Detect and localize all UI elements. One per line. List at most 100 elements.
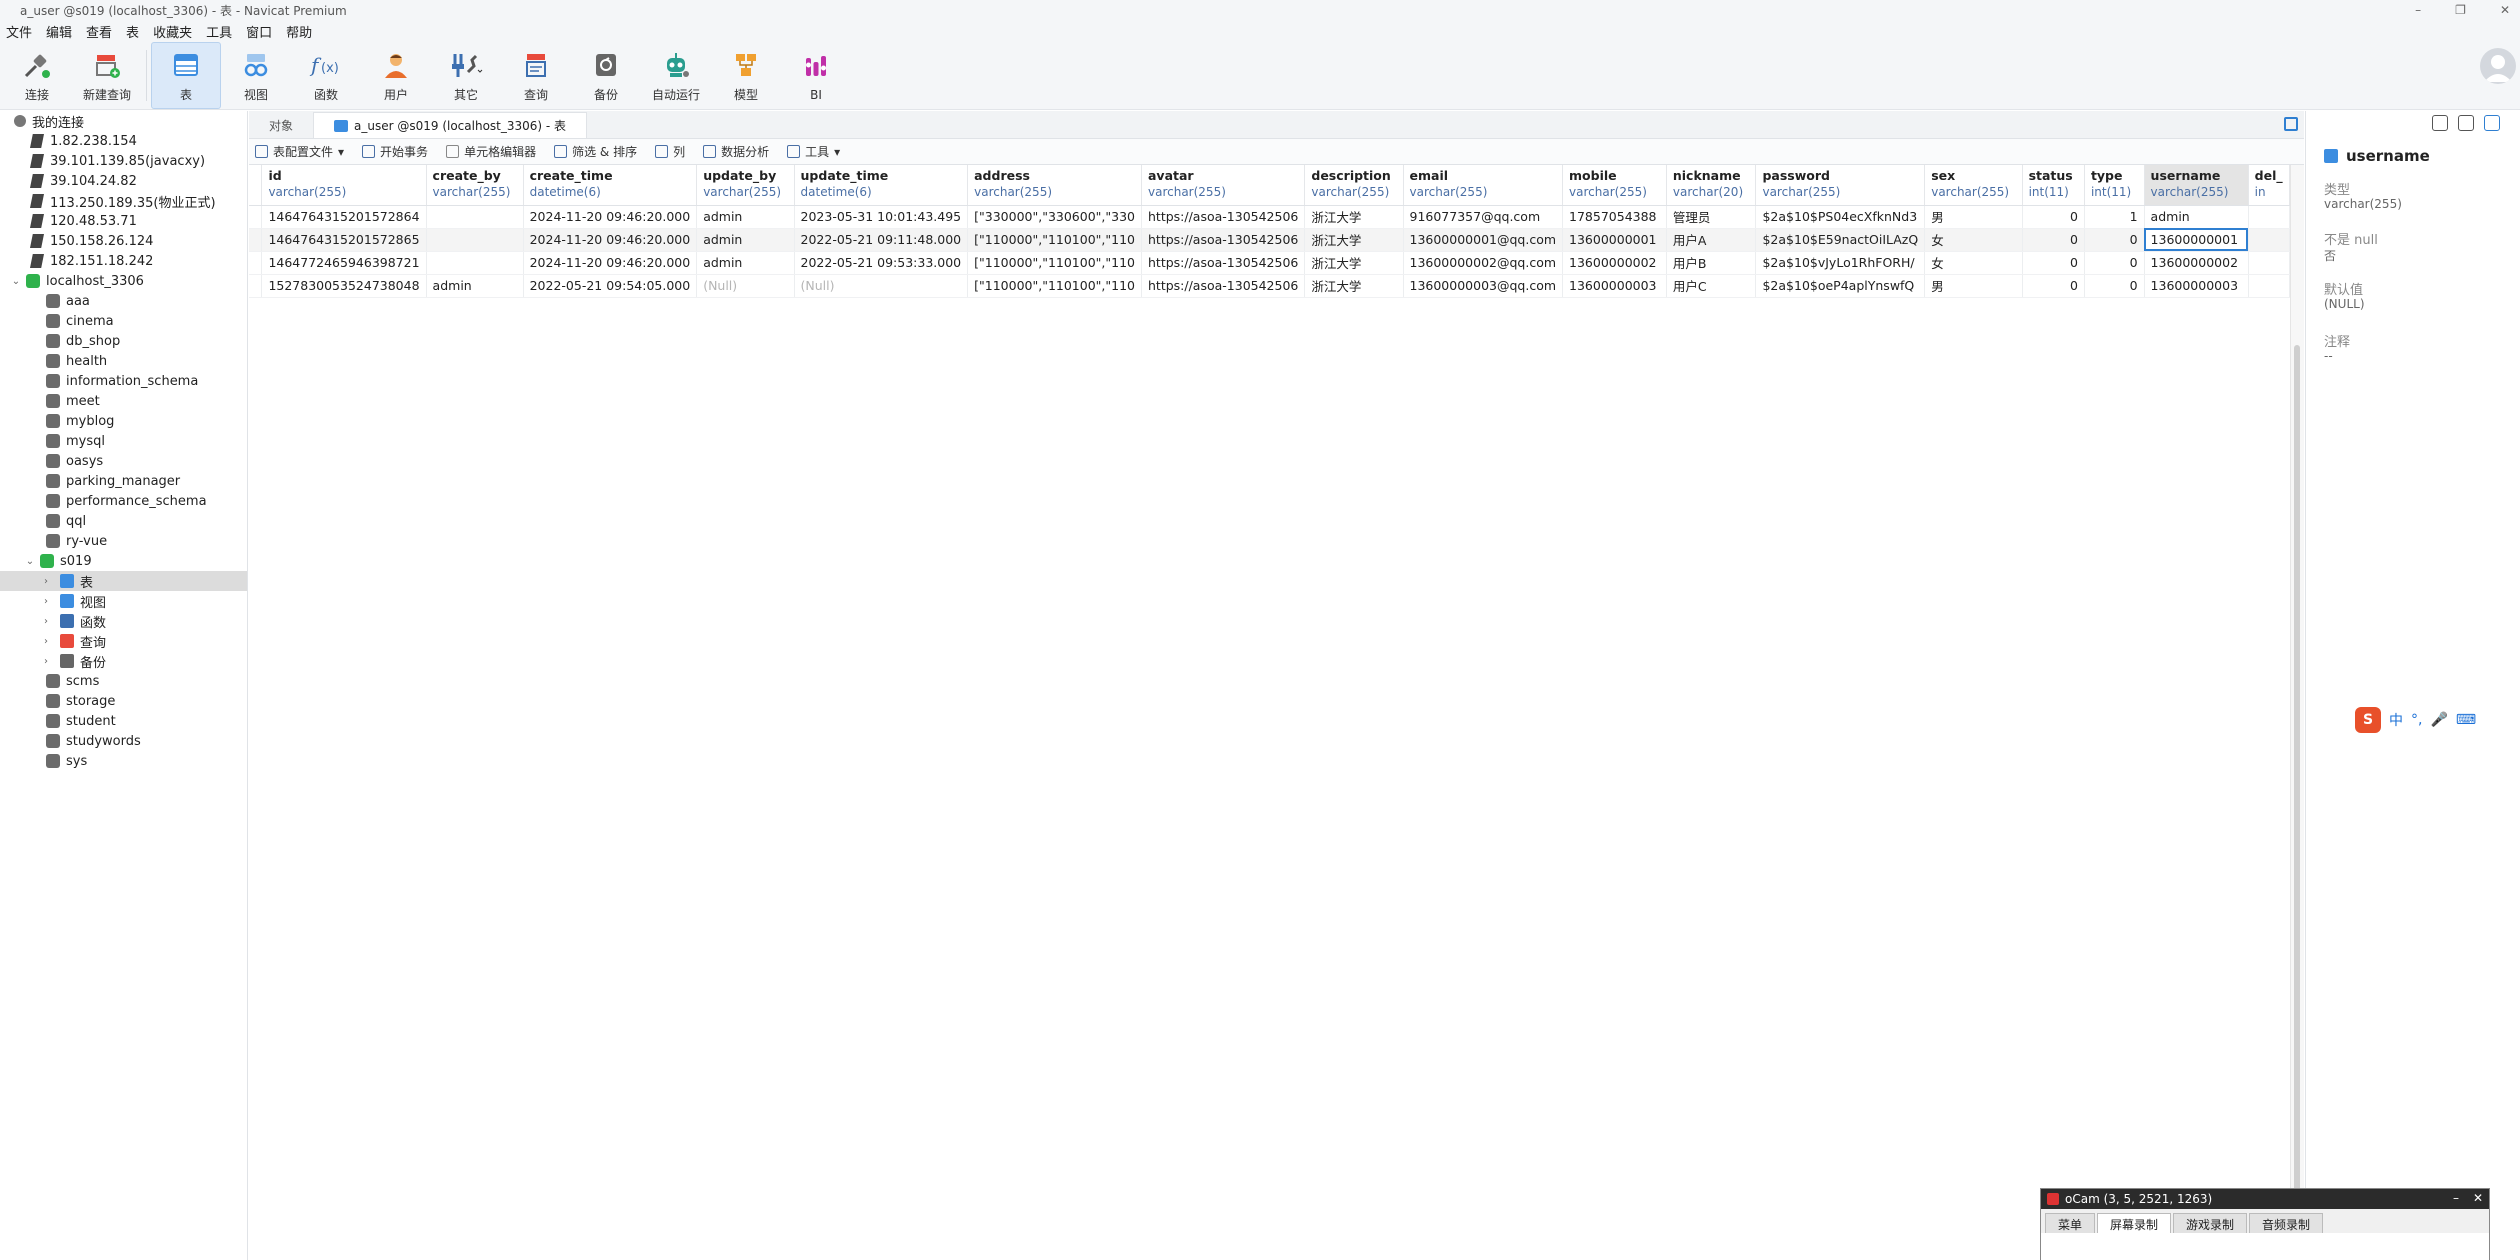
tree-s019-child[interactable]: › 函数 (0, 611, 247, 631)
table-cell[interactable] (2248, 274, 2290, 298)
column-header-mobile[interactable]: mobile varchar(255) (1562, 165, 1667, 206)
ocam-tab-screen-record[interactable]: 屏幕录制 (2097, 1213, 2172, 1235)
table-cell[interactable]: 1464772465946398721 (261, 251, 427, 275)
table-cell[interactable]: https://asoa-130542506 (1141, 228, 1306, 252)
menu-view[interactable]: 查看 (84, 22, 124, 41)
column-header-nickname[interactable]: nickname varchar(20) (1666, 165, 1757, 206)
ocam-tab-game-record[interactable]: 游戏录制 (2173, 1213, 2248, 1235)
table-cell[interactable]: 0 (2022, 251, 2085, 275)
tree-s019-child[interactable]: › 备份 (0, 651, 247, 671)
minimize-icon[interactable]: – (2415, 3, 2421, 17)
table-cell[interactable]: $2a$10$PS04ecXfknNd3 (1755, 205, 1926, 229)
table-cell[interactable]: 女 (1924, 228, 2023, 252)
table-cell[interactable]: https://asoa-130542506 (1141, 205, 1306, 229)
tree-connection[interactable]: 39.104.24.82 (0, 171, 247, 191)
table-cell[interactable]: admin (426, 274, 524, 298)
column-header-password[interactable]: password varchar(255) (1755, 165, 1926, 206)
table-cell[interactable]: 浙江大学 (1304, 228, 1404, 252)
table-cell[interactable] (426, 205, 524, 229)
tree-s019-child[interactable]: › 视图 (0, 591, 247, 611)
column-header-del_[interactable]: del_ in (2248, 165, 2290, 206)
vertical-scrollbar[interactable] (2290, 165, 2304, 1195)
scrollbar-thumb[interactable] (2294, 345, 2300, 1195)
chevron-down-icon[interactable]: ⌄ (24, 555, 36, 567)
table-cell[interactable]: 2023-05-31 10:01:43.495 (794, 205, 969, 229)
table-row[interactable]: 1527830053524738048 admin 2022-05-21 09:54… (249, 274, 2290, 298)
table-row[interactable]: 1464764315201572865 2024-11-20 09:46:20.0… (249, 228, 2290, 252)
users-button[interactable]: 用户 (361, 42, 431, 109)
tree-database[interactable]: mysql (0, 431, 247, 451)
table-cell[interactable]: 浙江大学 (1304, 251, 1404, 275)
data-grid[interactable]: id varchar(255) create_by varchar(255) creat… (249, 165, 2290, 1195)
table-cell[interactable]: 2024-11-20 09:46:20.000 (523, 205, 698, 229)
table-profile-button[interactable]: 表配置文件 ▾ (255, 143, 344, 160)
chevron-down-icon[interactable]: ⌄ (10, 275, 22, 287)
row-gutter[interactable] (249, 228, 263, 252)
table-cell[interactable]: 0 (2084, 274, 2145, 298)
model-button[interactable]: 模型 (711, 42, 781, 109)
column-header-avatar[interactable]: avatar varchar(255) (1141, 165, 1306, 206)
menu-file[interactable]: 文件 (4, 22, 44, 41)
tree-database[interactable]: ry-vue (0, 531, 247, 551)
table-cell[interactable]: ["330000","330600","330 (967, 205, 1142, 229)
table-cell[interactable]: 2022-05-21 09:54:05.000 (523, 274, 698, 298)
table-cell[interactable]: 2022-05-21 09:11:48.000 (794, 228, 969, 252)
menu-edit[interactable]: 编辑 (44, 22, 84, 41)
tree-s019-child[interactable]: › 表 (0, 571, 247, 591)
table-cell[interactable]: 管理员 (1666, 205, 1757, 229)
tools-dropdown-button[interactable]: 工具 ▾ (787, 143, 840, 160)
table-cell[interactable] (2248, 251, 2290, 275)
tree-database[interactable]: meet (0, 391, 247, 411)
filter-sort-button[interactable]: 筛选 & 排序 (554, 143, 637, 160)
table-row[interactable]: 1464772465946398721 2024-11-20 09:46:20.0… (249, 251, 2290, 275)
tree-database[interactable]: studywords (0, 731, 247, 751)
table-cell[interactable]: $2a$10$oeP4aplYnswfQ (1755, 274, 1926, 298)
fullscreen-icon[interactable] (2284, 117, 2298, 131)
table-cell[interactable]: ["110000","110100","110 (967, 251, 1142, 275)
table-cell[interactable]: admin (696, 205, 795, 229)
table-cell[interactable]: 1464764315201572865 (261, 228, 427, 252)
table-cell[interactable]: (Null) (794, 274, 969, 298)
tree-connection[interactable]: 150.158.26.124 (0, 231, 247, 251)
ime-toolbar[interactable]: S 中 °, 🎤 ⌨ (2355, 706, 2520, 734)
table-cell[interactable]: 男 (1924, 274, 2023, 298)
table-cell[interactable]: $2a$10$vJyLo1RhFORH/ (1755, 251, 1926, 275)
data-analysis-button[interactable]: 数据分析 (703, 143, 769, 160)
table-cell[interactable]: ["110000","110100","110 (967, 274, 1142, 298)
tree-connection[interactable]: 182.151.18.242 (0, 251, 247, 271)
ocam-tab-menu[interactable]: 菜单 (2045, 1213, 2096, 1235)
tree-database[interactable]: myblog (0, 411, 247, 431)
minimize-icon[interactable]: – (2453, 1191, 2459, 1205)
others-button[interactable]: 其它 (431, 42, 501, 109)
sogou-icon[interactable]: S (2355, 707, 2381, 733)
connect-button[interactable]: 连接 (2, 42, 72, 109)
tree-connection[interactable]: 39.101.139.85(javacxy) (0, 151, 247, 171)
row-gutter[interactable] (249, 205, 263, 229)
table-cell[interactable]: 用户B (1666, 251, 1757, 275)
tree-database[interactable]: information_schema (0, 371, 247, 391)
table-cell[interactable]: ["110000","110100","110 (967, 228, 1142, 252)
tables-button[interactable]: 表 (151, 42, 221, 109)
table-cell[interactable]: 13600000003@qq.com (1403, 274, 1564, 298)
tree-database[interactable]: db_shop (0, 331, 247, 351)
table-cell[interactable]: $2a$10$E59nactOiILAzQ (1755, 228, 1926, 252)
table-cell[interactable]: https://asoa-130542506 (1141, 251, 1306, 275)
table-cell[interactable]: 13600000001 (2144, 228, 2249, 252)
table-cell[interactable] (426, 228, 524, 252)
table-cell[interactable]: 浙江大学 (1304, 274, 1404, 298)
tab-a-user[interactable]: a_user @s019 (localhost_3306) - 表 (313, 112, 588, 138)
new-query-button[interactable]: 新建查询 (72, 42, 142, 109)
menu-tools[interactable]: 工具 (204, 22, 244, 41)
table-cell[interactable]: 0 (2022, 205, 2085, 229)
tab-objects[interactable]: 对象 (249, 112, 313, 138)
tree-database[interactable]: student (0, 711, 247, 731)
close-icon[interactable]: ✕ (2500, 3, 2510, 17)
table-cell[interactable]: admin (2144, 205, 2249, 229)
automation-button[interactable]: 自动运行 (641, 42, 711, 109)
tree-database[interactable]: parking_manager (0, 471, 247, 491)
tree-database[interactable]: qql (0, 511, 247, 531)
table-cell[interactable]: 0 (2022, 228, 2085, 252)
tree-db-s019[interactable]: ⌄ s019 (0, 551, 247, 571)
begin-transaction-button[interactable]: 开始事务 (362, 143, 428, 160)
chevron-right-icon[interactable]: › (40, 615, 52, 627)
